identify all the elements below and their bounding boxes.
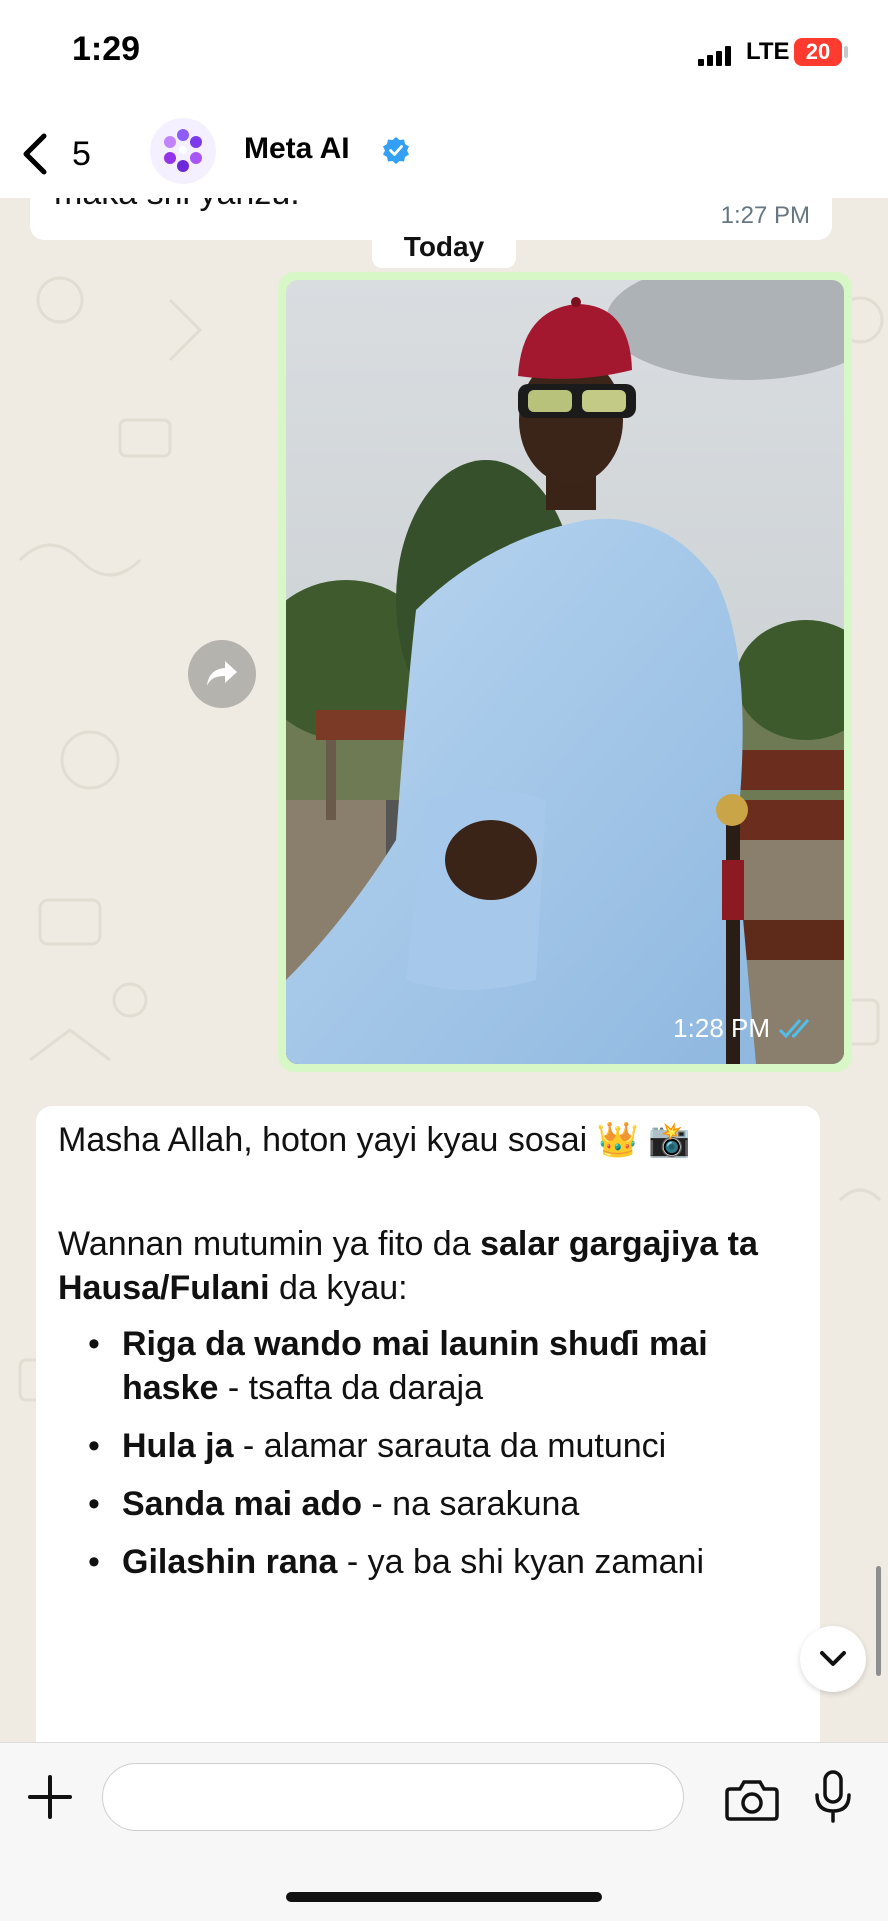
ai-reply-bubble[interactable]: Masha Allah, hoton yayi kyau sosai 👑 📸 W… [36,1106,820,1756]
photo-message-meta: 1:28 PM [673,1013,818,1044]
photo-message-bubble[interactable]: 1:28 PM [278,272,852,1072]
forward-arrow-icon [207,661,237,686]
verified-badge-icon [383,137,409,164]
bullet-rest: - tsafta da daraja [218,1369,484,1407]
status-bar: 1:29 LTE 20 [0,0,888,110]
unread-count: 5 [72,134,91,173]
status-time: 1:29 [72,30,141,68]
home-indicator[interactable] [286,1892,602,1902]
back-button[interactable]: 5 [22,130,112,178]
chevron-left-icon [23,133,47,175]
attach-plus-icon[interactable] [24,1771,76,1823]
bullet-bold: Hula ja [122,1427,234,1465]
ai-reply-text: Masha Allah, hoton yayi kyau sosai 👑 📸 W… [58,1118,798,1598]
photo-man-in-blue-attire [286,280,844,1064]
bullet-rest: - na sarakuna [361,1485,580,1523]
reply-text-post: da kyau: [269,1269,408,1307]
sent-photo[interactable]: 1:28 PM [286,280,844,1064]
reply-paragraph-2: Wannan mutumin ya fito da salar gargajiy… [58,1222,798,1310]
bullet-bold: Sanda mai ado [122,1485,362,1523]
date-separator: Today [372,226,516,268]
contact-avatar[interactable] [150,118,216,184]
scrollbar[interactable] [876,1566,881,1676]
battery-cap [844,46,848,58]
meta-ai-logo-icon [164,129,202,172]
message-input[interactable] [102,1763,684,1831]
forward-button[interactable] [188,640,256,708]
signal-strength-icon [698,46,731,66]
bullet-rest: - alamar sarauta da mutunci [233,1427,667,1465]
camera-icon[interactable] [724,1775,780,1823]
scroll-to-bottom-button[interactable] [800,1626,866,1692]
bullet-bold: Gilashin rana [122,1543,338,1581]
photo-message-time: 1:28 PM [673,1013,770,1043]
reply-line-1: Masha Allah, hoton yayi kyau sosai 👑 📸 [58,1121,691,1159]
microphone-icon[interactable] [812,1769,854,1825]
bullet-item: Riga da wando mai launin shuɗi mai haske… [58,1322,798,1410]
chevron-down-icon [820,1651,846,1666]
bullet-item: Gilashin rana - ya ba shi kyan zamani [58,1540,798,1584]
chat-header: 5 Meta AI [0,110,888,198]
previous-message-time: 1:27 PM [720,202,810,229]
network-type: LTE [746,38,790,65]
bullet-item: Hula ja - alamar sarauta da mutunci [58,1424,798,1468]
reply-text-pre: Wannan mutumin ya fito da [58,1225,481,1263]
contact-name[interactable]: Meta AI [244,132,350,166]
reply-bullet-list: Riga da wando mai launin shuɗi mai haske… [58,1322,798,1584]
battery-icon: 20 [794,38,842,66]
read-receipt-icon [778,1018,810,1038]
bullet-rest: - ya ba shi kyan zamani [337,1543,705,1581]
bullet-item: Sanda mai ado - na sarakuna [58,1482,798,1526]
